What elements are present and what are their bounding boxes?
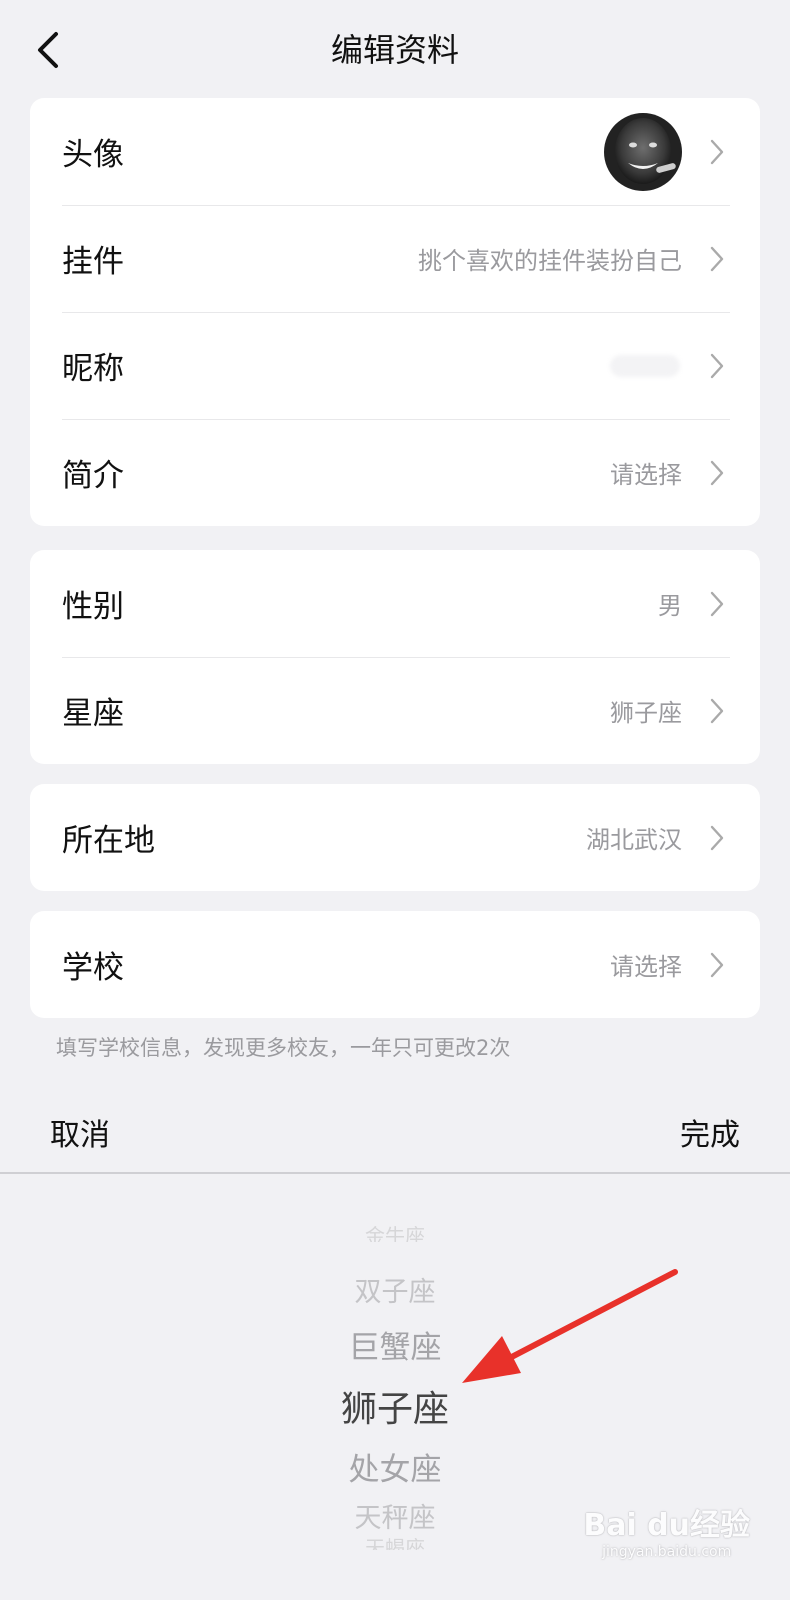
chevron-right-icon — [710, 246, 724, 271]
picker-toolbar: 取消 完成 — [0, 1090, 790, 1174]
watermark: Bai du经验 jingyan.baidu.com — [583, 1500, 750, 1560]
row-location[interactable]: 所在地 湖北武汉 — [30, 784, 760, 891]
profile-card-location: 所在地 湖北武汉 — [30, 784, 760, 891]
row-label: 所在地 — [62, 823, 155, 859]
chevron-right-icon — [710, 591, 724, 616]
row-nickname[interactable]: 昵称 — [30, 312, 760, 419]
chevron-right-icon — [710, 825, 724, 850]
picker-option[interactable]: 金牛座 — [0, 1226, 790, 1242]
row-value: 男 — [658, 592, 682, 620]
row-value: 请选择 — [610, 461, 682, 489]
row-gender[interactable]: 性别 男 — [30, 550, 760, 657]
header: 编辑资料 — [0, 0, 790, 100]
row-value: 湖北武汉 — [586, 826, 682, 854]
profile-card-school: 学校 请选择 — [30, 911, 760, 1018]
row-zodiac[interactable]: 星座 狮子座 — [30, 657, 760, 764]
row-value: 狮子座 — [610, 699, 682, 727]
chevron-right-icon — [710, 353, 724, 378]
school-hint: 填写学校信息，发现更多校友，一年只可更改2次 — [56, 1036, 511, 1060]
row-label: 挂件 — [62, 244, 124, 280]
row-label: 昵称 — [62, 351, 124, 387]
row-school[interactable]: 学校 请选择 — [30, 911, 760, 1018]
row-label: 头像 — [62, 137, 124, 173]
row-pendant[interactable]: 挂件 挑个喜欢的挂件装扮自己 — [30, 205, 760, 312]
chevron-right-icon — [710, 139, 724, 164]
row-label: 星座 — [62, 696, 124, 732]
chevron-right-icon — [710, 460, 724, 485]
row-label: 简介 — [62, 458, 124, 494]
picker-option[interactable]: 处女座 — [0, 1444, 790, 1489]
row-label: 性别 — [62, 589, 124, 625]
chevron-right-icon — [710, 952, 724, 977]
avatar — [604, 112, 682, 191]
chevron-right-icon — [710, 698, 724, 723]
done-button[interactable]: 完成 — [680, 1110, 740, 1154]
picker-option[interactable]: 巨蟹座 — [0, 1322, 790, 1367]
blurred-nickname — [610, 354, 680, 377]
page-title: 编辑资料 — [330, 31, 459, 69]
row-avatar[interactable]: 头像 — [30, 98, 760, 205]
watermark-brand: Bai du经验 — [583, 1508, 750, 1543]
row-value: 挑个喜欢的挂件装扮自己 — [418, 247, 682, 275]
cancel-button[interactable]: 取消 — [50, 1110, 110, 1154]
picker-option-selected[interactable]: 狮子座 — [0, 1380, 790, 1432]
profile-card-basic: 头像 挂件 挑个喜欢的挂件装扮自己 昵称 简介 请选择 — [30, 98, 760, 526]
profile-card-personal: 性别 男 星座 狮子座 — [30, 550, 760, 764]
row-bio[interactable]: 简介 请选择 — [30, 419, 760, 526]
watermark-url: jingyan.baidu.com — [602, 1544, 732, 1560]
row-value: 请选择 — [610, 953, 682, 981]
row-label: 学校 — [62, 950, 124, 986]
picker-option[interactable]: 双子座 — [0, 1270, 790, 1309]
